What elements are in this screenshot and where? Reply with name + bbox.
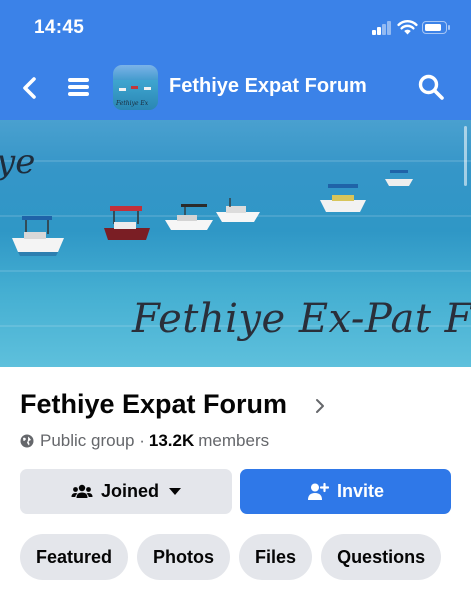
globe-icon [20, 434, 34, 448]
top-bar: 14:45 Fethiye Ex Fethiye Expat Forum [0, 0, 471, 120]
group-name[interactable]: Fethiye Expat Forum [20, 389, 287, 420]
dropdown-caret-icon [169, 488, 181, 495]
tab-files[interactable]: Files [239, 534, 313, 580]
tab-photos[interactable]: Photos [137, 534, 231, 580]
menu-icon[interactable] [66, 75, 92, 99]
header-title[interactable]: Fethiye Expat Forum [169, 75, 367, 98]
invite-label: Invite [336, 481, 384, 501]
wifi-icon [397, 20, 418, 35]
tab-featured[interactable]: Featured [20, 534, 129, 580]
members-label: members [198, 431, 270, 450]
invite-button[interactable]: Invite [240, 469, 451, 514]
group-meta: Public group · 13.2K members [20, 431, 269, 451]
group-privacy: Public group · [40, 431, 145, 450]
chevron-right-icon[interactable] [313, 398, 327, 414]
group-members-icon [71, 484, 93, 498]
thumbnail-caption: Fethiye Ex [116, 100, 149, 107]
group-tabs: Featured Photos Files Questions [20, 534, 442, 580]
cellular-signal-icon [372, 21, 392, 35]
back-arrow-icon[interactable] [18, 74, 42, 102]
joined-label: Joined [100, 481, 159, 501]
boat-image [12, 216, 64, 256]
nav-row: Fethiye Ex Fethiye Expat Forum [0, 56, 471, 120]
status-bar: 14:45 [0, 0, 471, 56]
group-info: Fethiye Expat Forum Public group · 13.2K… [0, 367, 471, 600]
status-time: 14:45 [34, 17, 85, 38]
boat-image [165, 204, 213, 230]
boat-image [320, 184, 366, 212]
tab-questions[interactable]: Questions [321, 534, 442, 580]
member-count: 13.2K [148, 431, 195, 450]
cover-text-bottom: Fethiye Ex-Pat Fo [132, 296, 471, 342]
group-thumbnail[interactable]: Fethiye Ex [113, 65, 158, 110]
scroll-indicator [464, 126, 467, 186]
joined-button[interactable]: Joined [20, 469, 232, 514]
boat-image [104, 206, 150, 240]
add-person-icon [307, 482, 329, 500]
cover-text-top: ye [0, 142, 36, 182]
search-icon[interactable] [417, 73, 445, 101]
battery-icon [422, 21, 450, 34]
boat-image [216, 198, 260, 222]
cover-photo[interactable]: ye Fethiye Ex-Pat Fo [0, 120, 471, 367]
boat-image [385, 170, 413, 186]
